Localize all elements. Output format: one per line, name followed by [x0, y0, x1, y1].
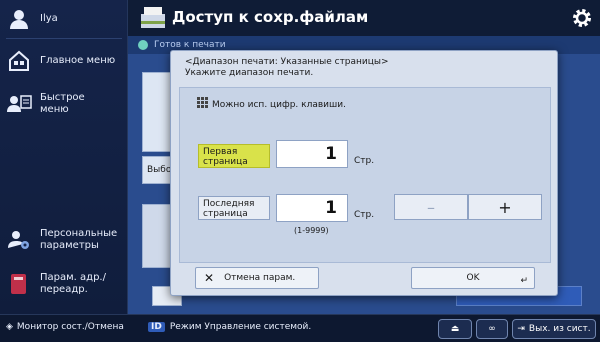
first-page-input[interactable]: 1 — [276, 140, 348, 168]
background-panel — [142, 72, 172, 152]
link-button[interactable]: ∞ — [476, 319, 508, 339]
system-mode-indicator: ID Режим Управление системой. — [148, 322, 311, 332]
keypad-hint: Можно исп. цифр. клавиши. — [212, 100, 346, 110]
status-monitor-label: Монитор сост./Отмена — [16, 322, 124, 332]
keypad-icon — [196, 96, 210, 112]
home-icon — [6, 48, 32, 74]
monitor-icon: ◈ — [6, 322, 13, 332]
sidebar-item-label: Главное меню — [40, 55, 116, 66]
personal-settings-icon — [6, 227, 32, 253]
ok-button[interactable]: OK ↵ — [411, 267, 535, 289]
page-title: Доступ к сохр.файлам — [172, 8, 369, 26]
dialog-title-line2: Укажите диапазон печати. — [185, 68, 314, 78]
sidebar-item-label: Парам. адр./переадр. — [40, 272, 106, 295]
minus-button[interactable]: – — [394, 194, 468, 220]
gear-icon[interactable] — [570, 6, 594, 30]
logout-button[interactable]: ⇥ Вых. из сист. — [512, 319, 596, 339]
logout-icon: ⇥ — [517, 324, 525, 334]
address-book-icon — [6, 271, 32, 297]
range-input-area: Можно исп. цифр. клавиши. Первая страниц… — [179, 87, 551, 263]
enter-icon: ↵ — [520, 276, 528, 286]
last-page-label[interactable]: Последняя страница — [198, 196, 270, 220]
dialog-title-line1: <Диапазон печати: Указанные страницы> — [185, 57, 389, 67]
sidebar-item-label: Персональные параметры — [40, 228, 118, 251]
ready-icon — [138, 40, 148, 50]
background-panel — [142, 204, 172, 268]
last-page-unit: Стр. — [354, 210, 375, 220]
link-icon: ∞ — [488, 324, 496, 334]
user-icon — [6, 6, 32, 32]
close-icon: ✕ — [204, 271, 215, 285]
page-range-hint: (1-9999) — [294, 226, 329, 235]
sidebar-item-main-menu[interactable]: Главное меню — [6, 48, 124, 74]
eject-icon: ⏏ — [450, 324, 460, 334]
sidebar-item-address-settings[interactable]: Парам. адр./переадр. — [6, 270, 124, 298]
screen: Ilya Главное меню Быстрое меню Персональ… — [0, 0, 600, 342]
divider — [6, 38, 122, 39]
bottom-bar: ◈ Монитор сост./Отмена ID Режим Управлен… — [0, 314, 600, 342]
eject-button[interactable]: ⏏ — [438, 319, 472, 339]
dialog-title: <Диапазон печати: Указанные страницы> Ук… — [185, 57, 389, 79]
id-icon: ID — [148, 322, 165, 332]
user-name: Ilya — [40, 13, 58, 24]
ok-label: OK — [466, 273, 480, 283]
status-text: Готов к печати — [154, 40, 226, 50]
status-monitor-button[interactable]: ◈ Монитор сост./Отмена — [6, 322, 124, 332]
logout-label: Вых. из сист. — [528, 324, 591, 334]
system-mode-label: Режим Управление системой. — [169, 322, 312, 332]
first-page-label[interactable]: Первая страница — [198, 144, 270, 168]
plus-button[interactable]: + — [468, 194, 542, 220]
cancel-settings-button[interactable]: ✕ Отмена парам. — [195, 267, 319, 289]
stored-files-icon — [138, 4, 168, 36]
sidebar-item-personal-settings[interactable]: Персональные параметры — [6, 226, 124, 254]
first-page-unit: Стр. — [354, 156, 375, 166]
sidebar-item-label: Быстрое меню — [40, 92, 85, 115]
sidebar-item-quick-menu[interactable]: Быстрое меню — [6, 90, 124, 118]
background-button-label: Выбо — [147, 165, 172, 175]
header: Доступ к сохр.файлам — [128, 0, 600, 36]
background-select-button: Выбо — [142, 156, 172, 184]
user-account[interactable]: Ilya — [6, 6, 124, 32]
sidebar: Ilya Главное меню Быстрое меню Персональ… — [0, 0, 128, 314]
cancel-settings-label: Отмена парам. — [224, 273, 296, 283]
quick-menu-icon — [6, 91, 32, 117]
last-page-input[interactable]: 1 — [276, 194, 348, 222]
print-range-dialog: <Диапазон печати: Указанные страницы> Ук… — [170, 50, 558, 296]
